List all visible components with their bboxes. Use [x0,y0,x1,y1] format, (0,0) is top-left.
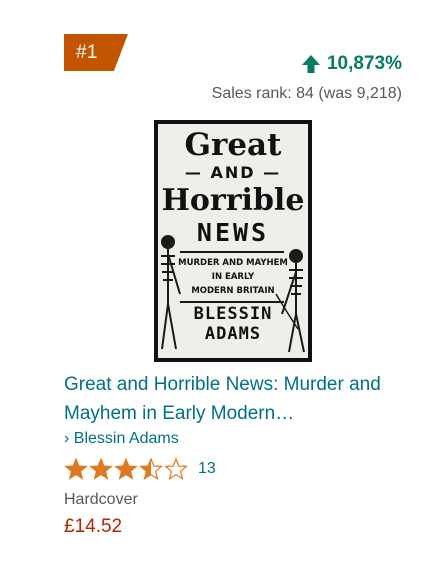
rating-count-link[interactable]: 13 [198,460,216,478]
cover-subtitle-1: MURDER AND MAYHEM [178,258,288,268]
star-empty-icon [164,458,188,480]
cover-title-horrible: Horrible [161,183,305,218]
book-cover-art: Great — AND — Horrible NEWS MURDER AND M… [158,124,308,358]
star-full-icon [89,458,113,480]
cover-subtitle-3: MODERN BRITAIN [191,286,275,296]
cover-title-news: NEWS [196,218,270,247]
author-link[interactable]: › Blessin Adams [64,430,179,448]
cover-author-last: ADAMS [204,324,262,344]
product-title-link[interactable]: Great and Horrible News: Murder and Mayh… [64,370,404,428]
cover-title-and: — AND — [184,163,282,182]
star-full-icon [64,458,88,480]
star-half-icon [139,458,163,480]
cover-author-first: BLESSIN [193,304,273,324]
sales-rank: Sales rank: 84 (was 9,218) [211,85,402,102]
star-rating[interactable]: 13 [64,458,216,480]
up-arrow-icon [301,54,321,74]
price: £14.52 [64,516,123,537]
rank-badge-label: #1 [76,42,98,63]
stars [64,458,188,480]
movement-percent: 10,873% [326,53,402,74]
sales-movement: 10,873% [301,53,402,75]
book-cover-image[interactable]: Great — AND — Horrible NEWS MURDER AND M… [154,120,312,362]
rank-badge: #1 [64,34,128,71]
book-format: Hardcover [64,491,138,508]
cover-title-great: Great [184,127,282,163]
star-full-icon [114,458,138,480]
cover-subtitle-2: IN EARLY [211,272,255,282]
